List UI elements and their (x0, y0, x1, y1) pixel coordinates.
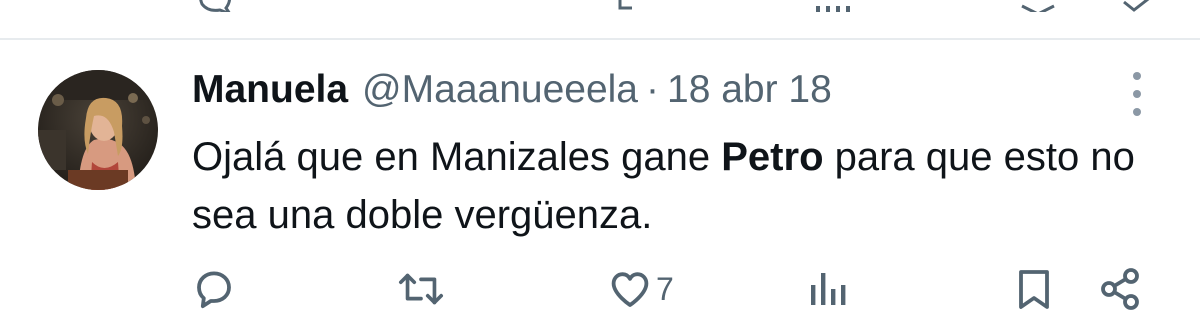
more-vertical-icon-dot (1133, 90, 1141, 98)
like-count: 7 (656, 270, 674, 307)
tweet-date[interactable]: 18 abr 18 (667, 64, 832, 116)
avatar[interactable] (38, 70, 158, 190)
like-button[interactable]: 7 (606, 262, 674, 316)
reply-bubble-icon[interactable] (196, 0, 236, 12)
tweet-text-part: Ojalá que en Manizales gane (192, 135, 722, 179)
share-button[interactable] (1096, 262, 1144, 316)
more-vertical-icon (1133, 72, 1141, 80)
reply-button[interactable] (190, 262, 240, 316)
reply-bubble-icon (197, 271, 231, 309)
more-options-button[interactable] (1124, 72, 1150, 116)
bar-chart-icon[interactable] (812, 0, 852, 12)
bookmark-icon (1019, 270, 1049, 309)
avatar-photo (38, 70, 158, 190)
retweet-icon[interactable] (612, 0, 642, 12)
header-separator: · (646, 68, 659, 111)
bar-chart-icon (811, 273, 846, 305)
tweet-divider (0, 38, 1200, 40)
tweet-header: Manuela @Maaanueeela · 18 abr 18 (192, 64, 832, 116)
tweet-action-bar: 7 (0, 262, 1200, 316)
tweet-text: Ojalá que en Manizales gane Petro para q… (192, 128, 1152, 244)
author-display-name[interactable]: Manuela (192, 64, 348, 116)
retweet-button[interactable] (396, 262, 448, 316)
heart-icon (611, 272, 649, 307)
author-handle[interactable]: @Maaanueeela (362, 64, 638, 116)
share-icon (1101, 268, 1139, 310)
bookmark-icon[interactable] (1018, 0, 1058, 12)
views-button[interactable] (806, 262, 852, 316)
tweet-text-mention-bold: Petro (721, 135, 824, 179)
more-vertical-icon-dot (1133, 108, 1141, 116)
retweet-icon (398, 273, 444, 305)
share-icon[interactable] (1118, 0, 1158, 12)
bookmark-button[interactable] (1012, 262, 1056, 316)
previous-tweet-actions (0, 0, 1200, 12)
